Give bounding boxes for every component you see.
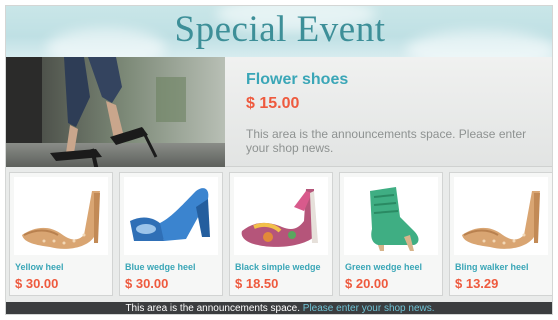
announcement-link[interactable]: Please enter your shop news. [303,303,435,314]
featured-name[interactable]: Flower shoes [246,71,546,89]
product-name[interactable]: Yellow heel [15,262,64,272]
product-card[interactable]: Blue wedge heel $ 30.00 [119,172,223,296]
featured-photo[interactable] [6,57,225,167]
product-price: $ 18.50 [235,276,279,291]
studded-pump-icon[interactable] [14,177,108,255]
product-card[interactable]: Black simple wedge $ 18.50 [229,172,333,296]
shop-page: Special Event Flower shoes $ 15.00 This … [5,5,553,315]
featured-product[interactable]: Flower shoes $ 15.00 This area is the an… [6,57,552,167]
event-banner: Special Event [6,6,552,57]
product-price: $ 30.00 [125,276,169,291]
announcement-bar: This area is the announcements space. Pl… [6,302,552,314]
studded-pump-icon[interactable] [454,177,548,255]
product-price: $ 30.00 [15,276,59,291]
product-card[interactable]: Yellow heel $ 30.00 [9,172,113,296]
product-price: $ 13.29 [455,276,499,291]
floral-heel-icon[interactable] [234,177,328,255]
banner-title: Special Event [174,9,386,50]
featured-info: Flower shoes $ 15.00 This area is the an… [246,71,546,155]
bootie-icon[interactable] [344,177,438,255]
announcement-text: This area is the announcements space. [125,303,300,314]
product-row: Yellow heel $ 30.00 Blue wedge heel $ 30… [6,172,552,298]
product-name[interactable]: Blue wedge heel [125,262,196,272]
product-name[interactable]: Bling walker heel [455,262,529,272]
product-name[interactable]: Green wedge heel [345,262,422,272]
product-card[interactable]: Bling walker heel $ 13.29 [449,172,552,296]
featured-price: $ 15.00 [246,95,300,112]
featured-announcement: This area is the announcements space. Pl… [246,127,527,155]
product-name[interactable]: Black simple wedge [235,262,321,272]
product-price: $ 20.00 [345,276,389,291]
product-card[interactable]: Green wedge heel $ 20.00 [339,172,443,296]
wedge-heel-icon[interactable] [124,177,218,255]
